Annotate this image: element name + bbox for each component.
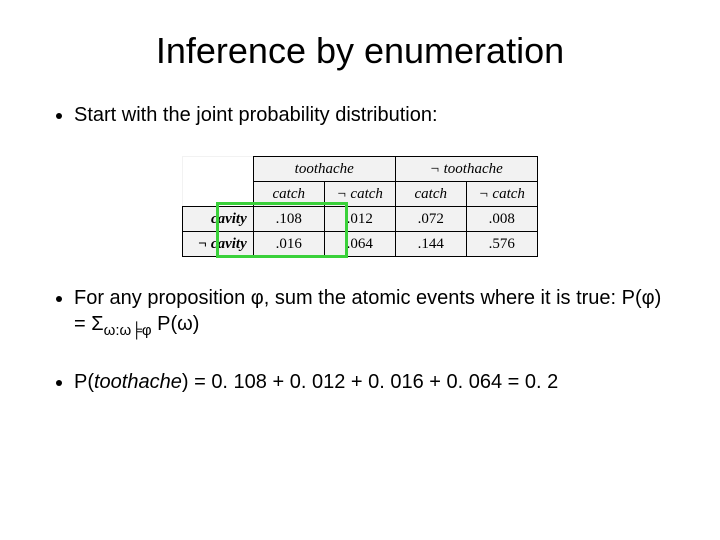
bullet-3-post: ) = 0. 108 + 0. 012 + 0. 016 + 0. 064 = …: [182, 371, 558, 393]
cell-1-3: .576: [466, 232, 537, 257]
cell-1-0: .016: [253, 232, 324, 257]
jpd-table: toothache ¬ toothache catch ¬ catch catc…: [182, 156, 538, 257]
cell-1-2: .144: [395, 232, 466, 257]
bullet-3-it: toothache: [94, 371, 182, 393]
cell-0-2: .072: [395, 207, 466, 232]
bullet-3-pre: P(: [74, 371, 94, 393]
cell-0-0: .108: [253, 207, 324, 232]
bullet-1-text: Start with the joint probability distrib…: [74, 104, 438, 126]
cell-0-3: .008: [466, 207, 537, 232]
slide-title: Inference by enumeration: [50, 30, 670, 72]
row-0-label: cavity: [183, 207, 254, 232]
corner-cell-2: [183, 182, 254, 207]
bullet-2: For any proposition φ, sum the atomic ev…: [74, 285, 670, 341]
col-sub-2: catch: [395, 182, 466, 207]
cell-0-1: .012: [324, 207, 395, 232]
bullet-1: Start with the joint probability distrib…: [74, 102, 670, 128]
col-sub-1: ¬ catch: [324, 182, 395, 207]
bullet-2-sub: ω:ω╞φ: [104, 322, 152, 339]
col-sub-0: catch: [253, 182, 324, 207]
col-top-0: toothache: [253, 157, 395, 182]
bullet-list-2: For any proposition φ, sum the atomic ev…: [50, 285, 670, 395]
col-top-1: ¬ toothache: [395, 157, 537, 182]
col-sub-3: ¬ catch: [466, 182, 537, 207]
bullet-list: Start with the joint probability distrib…: [50, 102, 670, 128]
cell-1-1: .064: [324, 232, 395, 257]
bullet-2-post: P(ω): [152, 313, 200, 335]
corner-cell: [183, 157, 254, 182]
slide: Inference by enumeration Start with the …: [0, 0, 720, 443]
row-1-label: ¬ cavity: [183, 232, 254, 257]
bullet-3: P(toothache) = 0. 108 + 0. 012 + 0. 016 …: [74, 369, 670, 395]
jpd-table-wrap: toothache ¬ toothache catch ¬ catch catc…: [50, 156, 670, 257]
